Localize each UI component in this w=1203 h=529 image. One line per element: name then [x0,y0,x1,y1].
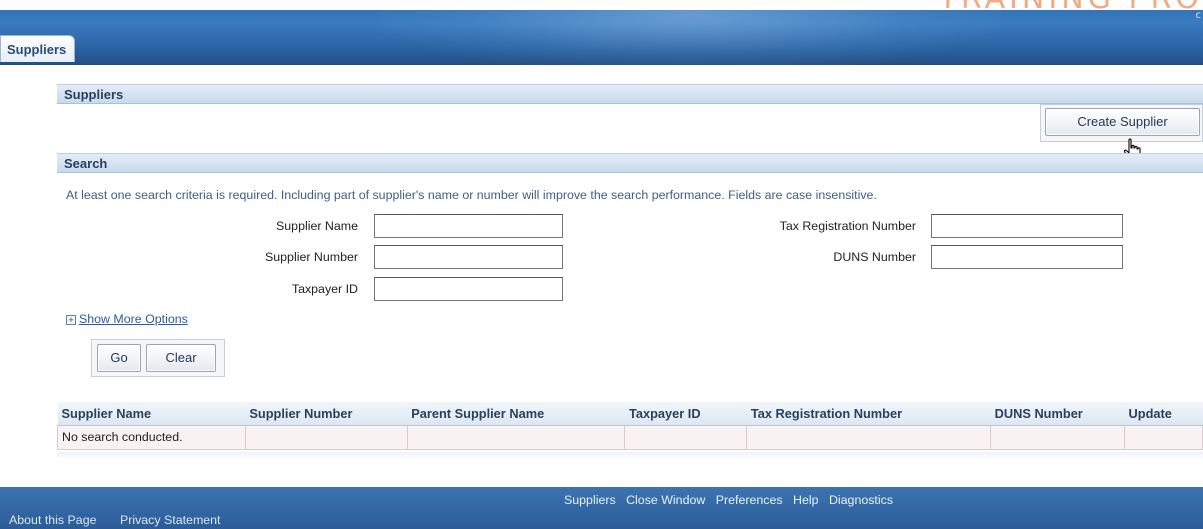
results-table: Supplier Name Supplier Number Parent Sup… [57,402,1203,450]
taxpayer-id-label: Taxpayer ID [291,282,358,296]
footer-link-close-window[interactable]: Close Window [626,493,705,507]
show-more-options-label[interactable]: Show More Options [79,312,188,326]
column-header-update: Update [1124,402,1203,426]
show-more-options-link[interactable]: + Show More Options [66,312,188,326]
footer-links: Suppliers Close Window Preferences Help … [564,493,900,507]
supplier-number-label: Supplier Number [265,250,358,264]
column-header-supplier-name[interactable]: Supplier Name [57,402,246,426]
footer-left-links: About this Page Privacy Statement [9,513,241,527]
footer-link-preferences[interactable]: Preferences [716,493,783,507]
header-banner: TRAINING PRO c Suppliers [0,0,1203,65]
tax-registration-number-label: Tax Registration Number [779,219,916,233]
table-cell [624,424,748,450]
empty-message-cell: No search conducted. [57,424,246,450]
column-header-duns-number[interactable]: DUNS Number [990,402,1125,426]
table-cell [990,424,1126,450]
table-bottom-rule [57,452,1203,459]
results-header-row: Supplier Name Supplier Number Parent Sup… [57,402,1203,426]
go-button[interactable]: Go [97,344,141,372]
footer-link-suppliers[interactable]: Suppliers [564,493,616,507]
table-cell [1124,424,1203,450]
footer-link-privacy-statement[interactable]: Privacy Statement [120,513,221,527]
suppliers-section-header: Suppliers [57,84,1203,104]
column-header-tax-registration-number[interactable]: Tax Registration Number [746,402,991,426]
column-header-parent-supplier-name[interactable]: Parent Supplier Name [407,402,625,426]
table-row: No search conducted. [57,424,1203,450]
column-header-supplier-number[interactable]: Supplier Number [245,402,408,426]
supplier-name-label: Supplier Name [276,219,358,233]
clear-button[interactable]: Clear [146,344,216,372]
table-cell [406,424,626,450]
brand-logo-text: TRAINING PRO [939,0,1203,14]
footer-link-about-this-page[interactable]: About this Page [9,513,97,527]
taxpayer-id-input[interactable] [374,277,563,301]
supplier-name-input[interactable] [374,214,563,238]
search-section-header: Search [57,153,1203,173]
expand-plus-icon[interactable]: + [66,315,76,325]
footer-link-diagnostics[interactable]: Diagnostics [829,493,893,507]
table-cell [244,424,408,450]
tab-suppliers[interactable]: Suppliers [0,35,76,62]
duns-number-input[interactable] [931,245,1123,269]
tax-registration-number-input[interactable] [931,214,1123,238]
search-hint-text: At least one search criteria is required… [66,188,877,202]
supplier-number-input[interactable] [374,245,563,269]
column-header-taxpayer-id[interactable]: Taxpayer ID [624,402,747,426]
duns-number-label: DUNS Number [833,250,916,264]
corner-glyph: c [1195,10,1202,21]
footer-link-help[interactable]: Help [793,493,818,507]
table-cell [746,424,992,450]
create-supplier-button[interactable]: Create Supplier [1045,108,1200,136]
